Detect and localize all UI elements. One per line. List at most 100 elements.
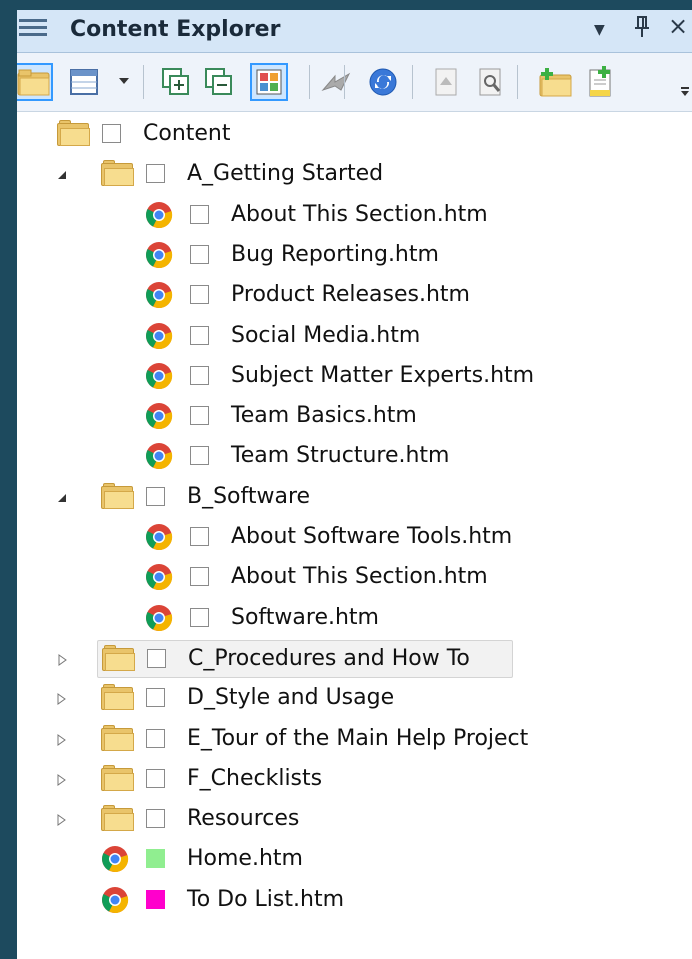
item-checkbox[interactable] <box>146 164 165 184</box>
search-doc-button[interactable] <box>472 63 510 101</box>
chrome-file-icon <box>146 604 173 631</box>
file-icon-wrap <box>101 886 129 920</box>
view-layout-button[interactable] <box>65 63 103 101</box>
tree-item-label: Subject Matter Experts.htm <box>231 362 535 388</box>
properties-button[interactable] <box>427 63 465 101</box>
tree-file-row[interactable]: Social Media.htm <box>17 318 692 354</box>
tree-item-label: Team Structure.htm <box>231 443 450 469</box>
item-checkbox[interactable] <box>190 406 209 426</box>
hamburger-menu-icon[interactable] <box>19 19 47 43</box>
tree-folder-row[interactable]: E_Tour of the Main Help Project <box>17 721 692 757</box>
toolbar <box>17 53 692 112</box>
tree-folder-row[interactable]: C_Procedures and How To <box>58 639 513 678</box>
tree-file-row[interactable]: About This Section.htm <box>17 197 692 233</box>
file-icon-wrap <box>145 322 173 356</box>
tree-item-label: Home.htm <box>187 846 303 872</box>
item-checkbox[interactable] <box>146 728 165 748</box>
expand-arrow-icon[interactable] <box>58 653 70 666</box>
item-checkbox[interactable] <box>190 204 209 224</box>
item-checkbox[interactable] <box>147 648 166 668</box>
item-checkbox[interactable] <box>190 527 209 546</box>
collapse-all-button[interactable] <box>200 63 238 101</box>
chrome-file-icon <box>146 241 173 268</box>
view-layout-dropdown[interactable] <box>117 63 131 101</box>
folder-icon <box>101 684 135 711</box>
tree-item-label: Resources <box>187 806 300 832</box>
file-icon-wrap <box>145 523 173 557</box>
folder-icon-wrap <box>101 805 135 832</box>
tree-item-label: B_Software <box>187 483 311 509</box>
new-folder-button[interactable] <box>537 63 575 101</box>
document-search-icon <box>477 67 505 97</box>
tree-file-row[interactable]: To Do List.htm <box>17 882 692 918</box>
new-file-button[interactable] <box>580 63 618 101</box>
expand-arrow-icon[interactable] <box>57 733 69 746</box>
collapse-arrow-icon[interactable] <box>57 169 69 181</box>
open-folder-button[interactable] <box>17 63 53 101</box>
item-checkbox[interactable] <box>190 446 209 466</box>
chrome-file-icon <box>146 282 173 309</box>
folder-icon <box>57 120 91 146</box>
status-color-box <box>146 849 165 869</box>
tree-item-label: About Software Tools.htm <box>231 524 513 549</box>
expand-arrow-icon[interactable] <box>57 693 69 706</box>
toolbar-overflow-icon[interactable] <box>680 83 690 97</box>
tree-file-row[interactable]: About Software Tools.htm <box>17 519 692 555</box>
folder-icon-wrap <box>101 684 135 711</box>
panel-titlebar: Content Explorer ▼ × <box>17 10 692 53</box>
toolbar-separator <box>517 65 518 99</box>
tree-folder-row[interactable]: A_Getting Started <box>17 156 692 192</box>
tree-item-label: A_Getting Started <box>187 161 384 187</box>
item-checkbox[interactable] <box>146 688 165 708</box>
folder-icon-wrap <box>102 644 136 671</box>
folder-icon <box>17 68 51 96</box>
move-button[interactable] <box>317 63 355 101</box>
tree-folder-row[interactable]: F_Checklists <box>17 761 692 797</box>
tree-file-row[interactable]: Product Releases.htm <box>17 277 692 313</box>
item-checkbox[interactable] <box>190 567 209 587</box>
tree-file-row[interactable]: Team Basics.htm <box>17 398 692 434</box>
folder-icon <box>102 644 136 671</box>
show-status-button[interactable] <box>250 63 288 101</box>
expand-all-button[interactable] <box>157 63 195 101</box>
tree-folder-row[interactable]: B_Software <box>17 479 692 515</box>
tree-file-row[interactable]: Software.htm <box>17 600 692 636</box>
tree-item-label: About This Section.htm <box>231 201 488 227</box>
tree-folder-row[interactable]: D_Style and Usage <box>17 680 692 716</box>
file-icon-wrap <box>145 563 173 597</box>
tree-folder-row[interactable]: Resources <box>17 801 692 837</box>
close-icon[interactable]: × <box>668 12 688 40</box>
tree-file-row[interactable]: Home.htm <box>17 841 692 877</box>
sync-button[interactable] <box>364 63 402 101</box>
sync-icon <box>368 67 398 97</box>
item-checkbox[interactable] <box>146 768 165 788</box>
expand-all-icon <box>162 68 190 96</box>
expand-arrow-icon[interactable] <box>57 814 69 827</box>
item-checkbox[interactable] <box>146 809 165 829</box>
folder-icon <box>101 482 135 509</box>
collapse-arrow-icon[interactable] <box>57 492 69 504</box>
tree-file-row[interactable]: About This Section.htm <box>17 559 692 595</box>
item-checkbox[interactable] <box>190 365 209 385</box>
item-checkbox[interactable] <box>190 607 209 627</box>
tree-file-row[interactable]: Bug Reporting.htm <box>17 237 692 273</box>
tree-file-row[interactable]: Subject Matter Experts.htm <box>17 358 692 394</box>
chevron-down-icon[interactable]: ▼ <box>594 22 605 38</box>
tree-item-label: D_Style and Usage <box>187 685 395 711</box>
color-grid-icon <box>256 69 282 95</box>
tree-file-row[interactable]: Team Structure.htm <box>17 438 692 474</box>
item-checkbox[interactable] <box>190 244 209 264</box>
tree-item-label: F_Checklists <box>187 765 323 791</box>
item-checkbox[interactable] <box>190 285 209 305</box>
pin-icon[interactable] <box>635 16 649 43</box>
toolbar-separator <box>344 65 345 99</box>
item-checkbox[interactable] <box>102 124 121 143</box>
folder-icon <box>101 805 135 832</box>
item-checkbox[interactable] <box>146 486 165 506</box>
toolbar-separator <box>412 65 413 99</box>
expand-arrow-icon[interactable] <box>57 773 69 786</box>
tree-item-label: Social Media.htm <box>231 322 421 348</box>
tree-folder-row[interactable]: Content <box>17 116 692 152</box>
item-checkbox[interactable] <box>190 325 209 345</box>
file-icon-wrap <box>145 201 173 235</box>
